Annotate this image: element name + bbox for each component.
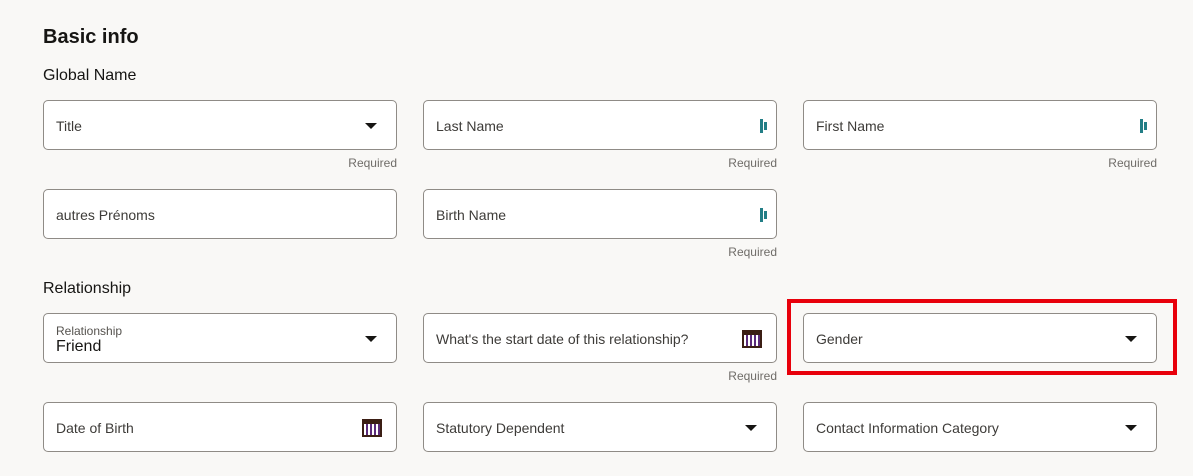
contact-info-category-select[interactable]: Contact Information Category: [803, 402, 1157, 452]
required-hint: Required: [728, 369, 777, 383]
autres-prenoms-label: autres Prénoms: [56, 207, 155, 223]
first-name-label: First Name: [816, 118, 885, 134]
chevron-down-icon: [745, 425, 757, 431]
translate-icon[interactable]: [1140, 119, 1150, 133]
statutory-dependent-label: Statutory Dependent: [436, 420, 565, 436]
chevron-down-icon: [365, 123, 377, 129]
autres-prenoms-input[interactable]: autres Prénoms: [43, 189, 397, 239]
start-date-input[interactable]: What's the start date of this relationsh…: [423, 313, 777, 363]
start-date-label: What's the start date of this relationsh…: [436, 331, 689, 347]
relationship-label: Relationship: [56, 324, 123, 338]
title-label: Title: [56, 118, 82, 134]
relationship-select[interactable]: Relationship Friend: [43, 313, 397, 363]
last-name-input[interactable]: Last Name: [423, 100, 777, 150]
contact-info-category-label: Contact Information Category: [816, 420, 999, 436]
translate-icon[interactable]: [760, 208, 770, 222]
birth-name-label: Birth Name: [436, 207, 507, 223]
section-global-name: Global Name: [43, 67, 137, 84]
relationship-value: Friend: [56, 338, 102, 355]
date-of-birth-input[interactable]: Date of Birth: [43, 402, 397, 452]
first-name-input[interactable]: First Name: [803, 100, 1157, 150]
calendar-icon[interactable]: [362, 419, 382, 437]
chevron-down-icon: [1125, 425, 1137, 431]
calendar-icon[interactable]: [742, 330, 762, 348]
last-name-label: Last Name: [436, 118, 504, 134]
page-title: Basic info: [43, 26, 139, 48]
required-hint: Required: [728, 245, 777, 259]
required-hint: Required: [348, 156, 397, 170]
section-relationship: Relationship: [43, 280, 132, 297]
statutory-dependent-select[interactable]: Statutory Dependent: [423, 402, 777, 452]
chevron-down-icon: [365, 336, 377, 342]
title-select[interactable]: Title: [43, 100, 397, 150]
date-of-birth-label: Date of Birth: [56, 420, 134, 436]
translate-icon[interactable]: [760, 119, 770, 133]
required-hint: Required: [728, 156, 777, 170]
birth-name-input[interactable]: Birth Name: [423, 189, 777, 239]
required-hint: Required: [1108, 156, 1157, 170]
highlight-box: [787, 299, 1177, 375]
